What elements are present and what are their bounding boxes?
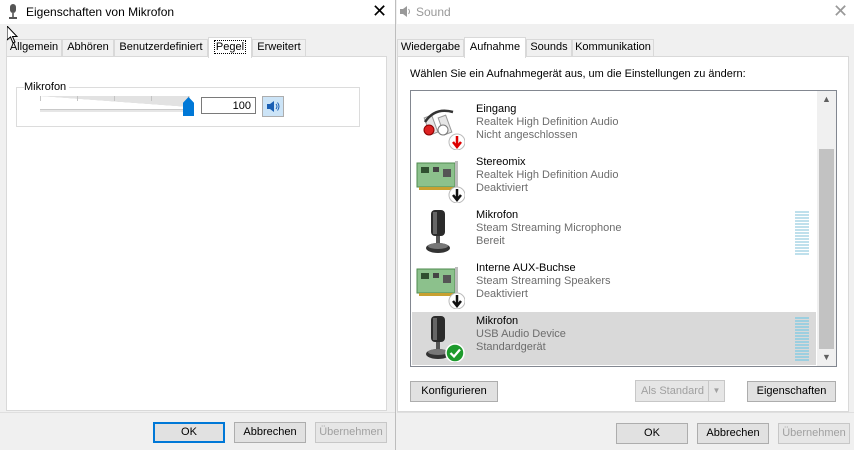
device-driver: Realtek High Definition Audio xyxy=(476,169,619,181)
device-name: Mikrofon xyxy=(476,315,519,327)
tab-erweitert[interactable]: Erweitert xyxy=(252,39,306,56)
tab-benutzerdefiniert[interactable]: Benutzerdefiniert xyxy=(114,39,208,56)
tab-sounds[interactable]: Sounds xyxy=(526,39,572,56)
window-title: Sound xyxy=(416,5,451,19)
list-item-selected[interactable]: Mikrofon USB Audio Device Standardgerät xyxy=(412,312,816,365)
dialog-footer: OK Abbrechen Übernehmen xyxy=(0,412,395,450)
scroll-up-icon[interactable]: ▲ xyxy=(817,91,836,108)
close-button[interactable]: ✕ xyxy=(372,1,387,21)
speaker-icon xyxy=(400,6,410,17)
device-driver: Steam Streaming Microphone xyxy=(476,222,622,234)
slider-tick xyxy=(77,96,78,101)
title-bar[interactable]: Eigenschaften von Mikrofon ✕ xyxy=(0,0,395,24)
ok-button[interactable]: OK xyxy=(153,422,225,443)
instruction-text: Wählen Sie ein Aufnahmegerät aus, um die… xyxy=(410,68,746,80)
dialog-footer: OK Abbrechen Übernehmen xyxy=(397,412,854,450)
device-status: Deaktiviert xyxy=(476,182,528,194)
close-button[interactable]: ✕ xyxy=(833,1,848,21)
device-status: Deaktiviert xyxy=(476,288,528,300)
device-status: Nicht angeschlossen xyxy=(476,129,578,141)
scroll-thumb[interactable] xyxy=(819,149,834,349)
list-item[interactable]: Stereomix Realtek High Definition Audio … xyxy=(412,153,816,206)
mouse-cursor-icon xyxy=(7,26,19,44)
device-name: Eingang xyxy=(476,103,517,115)
microphone-icon xyxy=(9,4,17,19)
cancel-button[interactable]: Abbrechen xyxy=(234,422,306,443)
level-meter xyxy=(795,211,809,255)
recording-device-list[interactable]: Eingang Realtek High Definition Audio Ni… xyxy=(410,90,837,367)
device-driver: Realtek High Definition Audio xyxy=(476,116,619,128)
level-meter xyxy=(795,317,809,361)
microphone-properties-window: Eigenschaften von Mikrofon ✕ Allgemein A… xyxy=(0,0,396,450)
tab-wiedergabe[interactable]: Wiedergabe xyxy=(397,39,464,56)
soundcard-icon xyxy=(416,161,465,203)
group-label: Mikrofon xyxy=(24,81,70,93)
device-name: Mikrofon xyxy=(476,209,519,221)
device-name: Interne AUX-Buchse xyxy=(476,262,576,274)
list-item[interactable]: Mikrofon Steam Streaming Microphone Bere… xyxy=(412,206,816,259)
soundcard-icon xyxy=(416,267,465,309)
tab-abhoeren[interactable]: Abhören xyxy=(62,39,114,56)
scroll-down-icon[interactable]: ▼ xyxy=(817,349,836,366)
configure-button[interactable]: Konfigurieren xyxy=(410,381,498,402)
slider-tick xyxy=(151,96,152,101)
chevron-down-icon[interactable]: ▼ xyxy=(708,381,724,401)
list-item[interactable]: Interne AUX-Buchse Steam Streaming Speak… xyxy=(412,259,816,312)
microphone-icon xyxy=(426,316,465,362)
tab-kommunikation[interactable]: Kommunikation xyxy=(572,39,654,56)
device-status: Standardgerät xyxy=(476,341,546,353)
slider-ramp xyxy=(40,96,190,107)
title-bar[interactable]: Sound ✕ xyxy=(397,0,854,24)
device-driver: USB Audio Device xyxy=(476,328,566,340)
speaker-icon xyxy=(267,101,280,112)
slider-tick xyxy=(114,96,115,101)
list-item[interactable] xyxy=(412,91,816,92)
set-default-split-button[interactable]: Als Standard ▼ xyxy=(635,380,725,402)
tab-aufnahme[interactable]: Aufnahme xyxy=(464,37,526,58)
microphone-icon xyxy=(426,210,450,253)
list-item[interactable]: Eingang Realtek High Definition Audio Ni… xyxy=(412,100,816,153)
mute-button[interactable] xyxy=(262,96,284,117)
apply-button[interactable]: Übernehmen xyxy=(778,423,850,444)
jack-icon xyxy=(423,109,465,150)
apply-button[interactable]: Übernehmen xyxy=(315,422,387,443)
list-scrollbar[interactable]: ▲ ▼ xyxy=(817,91,836,366)
tab-pegel[interactable]: Pegel xyxy=(208,37,252,58)
level-slider-track[interactable] xyxy=(40,109,190,112)
window-title: Eigenschaften von Mikrofon xyxy=(26,5,175,19)
properties-button[interactable]: Eigenschaften xyxy=(747,381,836,402)
device-status: Bereit xyxy=(476,235,505,247)
ok-button[interactable]: OK xyxy=(616,423,688,444)
device-driver: Steam Streaming Speakers xyxy=(476,275,611,287)
level-input[interactable] xyxy=(201,97,256,114)
device-name: Stereomix xyxy=(476,156,526,168)
cancel-button[interactable]: Abbrechen xyxy=(697,423,769,444)
set-default-label: Als Standard xyxy=(641,385,704,397)
slider-tick xyxy=(40,96,41,101)
